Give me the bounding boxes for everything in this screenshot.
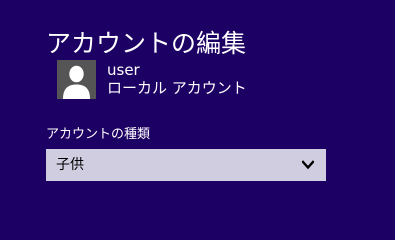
avatar: [57, 60, 96, 99]
user-name: user: [107, 61, 140, 79]
account-type-label: アカウントの種類: [46, 127, 151, 142]
account-kind: ローカル アカウント: [107, 79, 247, 97]
account-type-selected-value: 子供: [56, 157, 84, 173]
account-type-select[interactable]: 子供: [46, 149, 326, 181]
chevron-down-icon: [302, 160, 314, 170]
user-silhouette-icon: [57, 60, 96, 99]
page-title: アカウントの編集: [46, 28, 247, 58]
